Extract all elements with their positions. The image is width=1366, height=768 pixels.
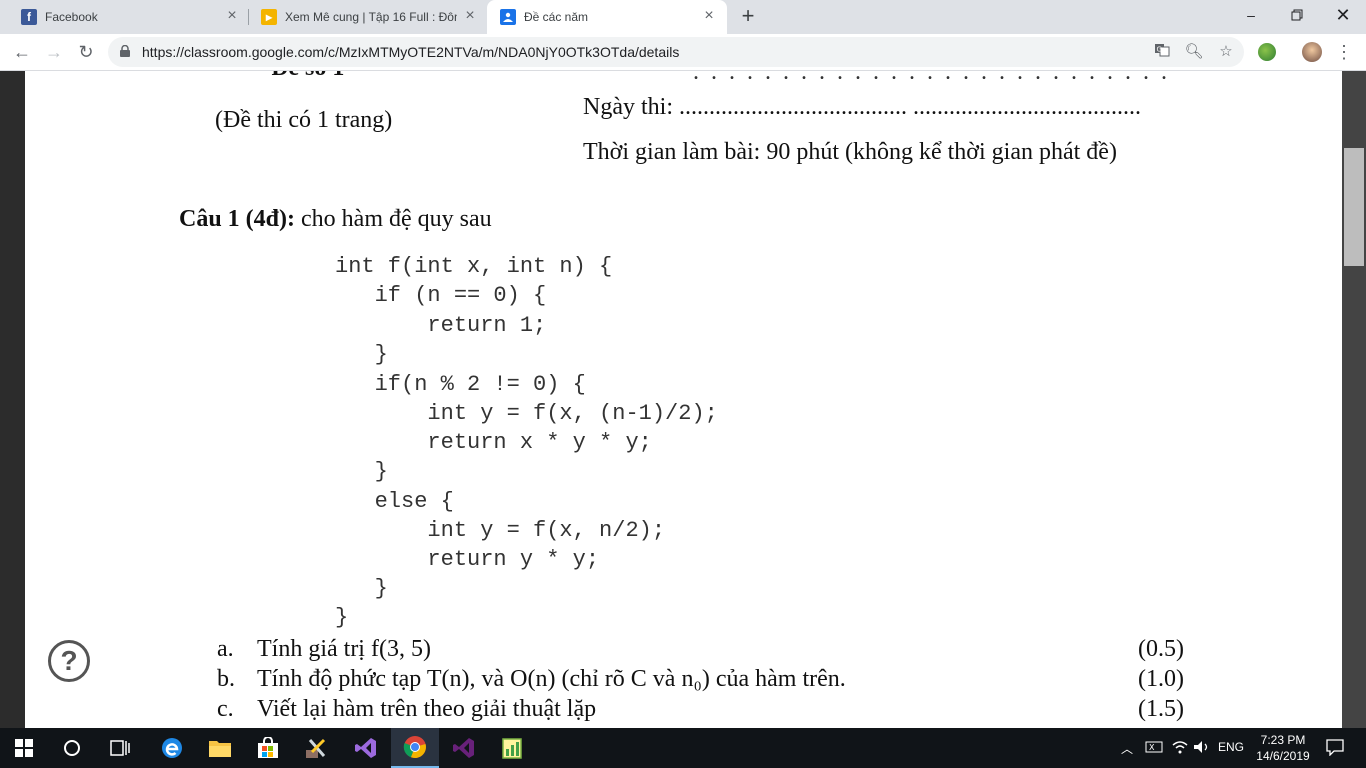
tools-icon (306, 738, 326, 758)
store-bag-icon (258, 737, 278, 758)
svg-text:X: X (1149, 743, 1155, 752)
address-bar[interactable]: https://classroom.google.com/c/MzIxMTMyO… (108, 37, 1244, 67)
svg-text:G: G (1157, 46, 1162, 54)
reload-button[interactable]: ↻ (74, 40, 98, 64)
system-clock[interactable]: 7:23 PM 14/6/2019 (1252, 732, 1314, 764)
translate-icon[interactable]: G (1152, 42, 1172, 62)
code-line: int y = f(x, (n-1)/2); (335, 401, 718, 426)
profile-avatar[interactable] (1302, 42, 1322, 62)
item-text: Viết lại hàm trên theo giải thuật lặp (257, 696, 597, 722)
item-score: (0.5) (1138, 636, 1184, 662)
search-circle-icon (64, 740, 80, 756)
visual-studio-icon (453, 738, 474, 758)
code-line: } (335, 576, 388, 601)
tab-strip: f Facebook × ▸ Xem Mê cung | Tập 16 Full… (0, 0, 1366, 34)
browser-toolbar: ← → ↻ https://classroom.google.com/c/MzI… (0, 34, 1366, 71)
clock-date: 14/6/2019 (1256, 749, 1310, 763)
windows-taskbar: ︿ X ENG 7:23 PM 14/6/2019 (0, 728, 1366, 768)
code-line: } (335, 605, 349, 630)
visual-studio-icon (355, 738, 376, 758)
code-line: if (n == 0) { (335, 283, 547, 308)
code-line: } (335, 342, 388, 367)
tab-video[interactable]: ▸ Xem Mê cung | Tập 16 Full : Đông × (248, 0, 486, 34)
item-label: c. (217, 696, 234, 722)
notification-icon[interactable] (1326, 738, 1344, 759)
tab-title: Facebook (45, 10, 98, 24)
item-label: a. (217, 636, 234, 662)
code-line: return y * y; (335, 547, 600, 572)
folder-icon (209, 741, 231, 757)
chrome-icon (403, 736, 426, 759)
visual-studio-app-2[interactable] (440, 728, 488, 768)
bookmark-star-icon[interactable]: ☆ (1216, 42, 1236, 62)
item-label: b. (217, 666, 235, 692)
task-view-button[interactable] (96, 728, 144, 768)
question-1-title: Câu 1 (4đ): cho hàm đệ quy sau (179, 206, 492, 233)
close-window-button[interactable]: ✕ (1320, 0, 1366, 30)
chart-app[interactable] (488, 728, 536, 768)
cortana-button[interactable] (48, 728, 96, 768)
forward-button[interactable]: → (42, 40, 66, 64)
visual-studio-app[interactable] (342, 728, 390, 768)
exam-duration: Thời gian làm bài: 90 phút (không kể thờ… (583, 139, 1117, 165)
page-count-note: (Đề thi có 1 trang) (215, 107, 393, 133)
windows-logo-icon (15, 739, 33, 757)
close-icon[interactable]: × (462, 8, 478, 24)
item-text: Tính độ phức tạp T(n), và O(n) (chỉ rõ C… (257, 666, 846, 692)
close-icon[interactable]: × (701, 8, 717, 24)
scrollbar-thumb[interactable] (1344, 148, 1364, 266)
facebook-icon: f (21, 9, 37, 25)
exam-number-header: Đề số 1 (271, 71, 344, 82)
tab-title: Xem Mê cung | Tập 16 Full : Đông (285, 10, 457, 24)
code-line: return x * y * y; (335, 430, 652, 455)
code-line: return 1; (335, 313, 547, 338)
edge-app[interactable] (148, 728, 196, 768)
question-1-label: Câu 1 (4đ): (179, 206, 296, 232)
code-line: int y = f(x, n/2); (335, 518, 666, 543)
extension-icon[interactable] (1258, 43, 1276, 61)
tools-app[interactable] (292, 728, 340, 768)
video-icon: ▸ (261, 9, 277, 25)
start-button[interactable] (0, 728, 48, 768)
question-1-prompt: cho hàm đệ quy sau (295, 206, 492, 232)
chrome-app[interactable] (391, 728, 439, 768)
exam-date-line: Ngày thi: ..............................… (583, 94, 1141, 120)
code-line: else { (335, 489, 454, 514)
store-app[interactable] (244, 728, 292, 768)
clock-time: 7:23 PM (1260, 733, 1306, 747)
edge-icon (162, 738, 182, 758)
wifi-icon[interactable] (1171, 740, 1189, 757)
minimize-button[interactable]: – (1228, 0, 1274, 30)
item-score: (1.5) (1138, 696, 1184, 722)
back-button[interactable]: ← (10, 40, 34, 64)
restore-button[interactable] (1274, 0, 1320, 30)
code-line: if(n % 2 != 0) { (335, 372, 586, 397)
code-line: } (335, 459, 388, 484)
chart-document-icon (502, 738, 522, 759)
volume-icon[interactable] (1193, 740, 1211, 757)
lock-icon (120, 45, 130, 57)
file-explorer-app[interactable] (196, 728, 244, 768)
help-button[interactable]: ? (48, 640, 90, 682)
code-line: int f(int x, int n) { (335, 254, 613, 279)
menu-dots-icon[interactable]: ⋮ (1332, 40, 1356, 64)
url-text[interactable]: https://classroom.google.com/c/MzIxMTMyO… (142, 44, 679, 60)
keyboard-ime-icon[interactable]: X (1145, 740, 1163, 757)
tab-title: Đề các năm (524, 10, 589, 24)
tab-classroom[interactable]: Đề các năm × (487, 0, 727, 34)
item-score: (1.0) (1138, 666, 1184, 692)
tab-facebook[interactable]: f Facebook × (8, 0, 248, 34)
document-page: Đề số 1 . . . . . . . . . . . . . . . . … (25, 71, 1342, 728)
classroom-icon (500, 9, 516, 25)
item-text: Tính giá trị f(3, 5) (257, 636, 431, 662)
close-icon[interactable]: × (224, 8, 240, 24)
language-indicator[interactable]: ENG (1218, 740, 1244, 754)
task-view-icon (110, 740, 130, 756)
cut-off-header-line: . . . . . . . . . . . . . . . . . . . . … (693, 71, 1170, 85)
chevron-up-icon[interactable]: ︿ (1121, 740, 1133, 757)
new-tab-button[interactable]: + (737, 5, 759, 28)
zoom-icon[interactable]: 🔍︎ (1184, 42, 1204, 62)
